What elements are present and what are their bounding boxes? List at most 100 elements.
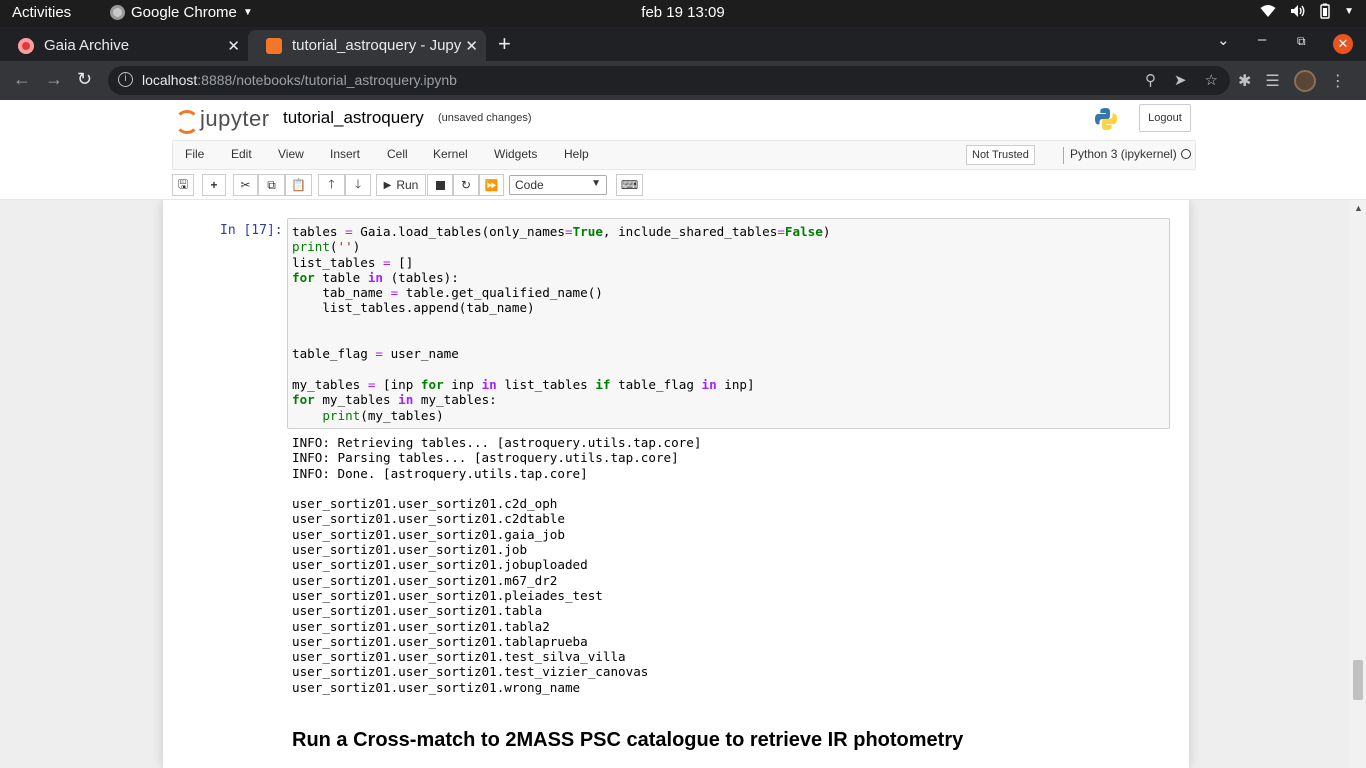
not-trusted-button[interactable]: Not Trusted	[966, 145, 1035, 165]
system-tray[interactable]: ▼	[1260, 3, 1354, 19]
forward-arrow-icon[interactable]: →	[45, 69, 63, 90]
output-line: user_sortiz01.user_sortiz01.tabla2	[292, 618, 550, 634]
tab-gaia-archive[interactable]: Gaia Archive ✕	[0, 30, 248, 61]
zoom-icon[interactable]: ⚲	[1145, 71, 1156, 89]
menu-file[interactable]: File	[185, 147, 204, 161]
cell-type-value: Code	[515, 178, 544, 192]
restart-run-all-button[interactable]: ⏩	[479, 174, 504, 196]
keyboard-icon: ⌨	[620, 178, 639, 192]
arrow-up-icon: 🡑	[328, 176, 335, 191]
move-up-button[interactable]: 🡑	[318, 174, 345, 196]
menu-cell[interactable]: Cell	[387, 147, 408, 161]
tab-title: tutorial_astroquery - Jupy	[292, 37, 462, 54]
caret-down-icon: ▼	[1344, 5, 1354, 17]
output-line: INFO: Retrieving tables... [astroquery.u…	[292, 435, 702, 450]
close-icon[interactable]: ✕	[465, 37, 478, 55]
output-line: user_sortiz01.user_sortiz01.m67_dr2	[292, 572, 558, 588]
page-scrollbar[interactable]: ▲	[1350, 200, 1366, 768]
copy-icon: ⧉	[267, 177, 276, 192]
scrollbar-thumb[interactable]	[1353, 660, 1363, 700]
menu-kernel[interactable]: Kernel	[433, 147, 468, 161]
notebook-toolbar: 🖫 + ✂ ⧉ 📋 🡑 🡓 ▶ Run ↻ ⏩ Code ▼ ⌨	[0, 170, 1366, 200]
output-line: user_sortiz01.user_sortiz01.job	[292, 542, 528, 558]
site-info-icon[interactable]: i	[118, 72, 133, 87]
menu-widgets[interactable]: Widgets	[494, 147, 537, 161]
tab-search-chevron-icon[interactable]: ⌄	[1217, 31, 1230, 49]
output-line: user_sortiz01.user_sortiz01.tablaprueba	[292, 633, 588, 649]
code-editor[interactable]: tables = Gaia.load_tables(only_names=Tru…	[292, 224, 830, 423]
stop-icon	[435, 180, 445, 190]
notebook-name[interactable]: tutorial_astroquery	[283, 108, 424, 128]
url-text[interactable]: localhost:8888/notebooks/tutorial_astroq…	[142, 72, 457, 88]
scissors-icon: ✂	[240, 178, 251, 192]
markdown-heading: Run a Cross-match to 2MASS PSC catalogue…	[292, 729, 964, 751]
output-line: user_sortiz01.user_sortiz01.pleiades_tes…	[292, 587, 603, 603]
address-bar[interactable]: i localhost:8888/notebooks/tutorial_astr…	[108, 66, 1230, 95]
insert-cell-button[interactable]: +	[202, 174, 226, 196]
browser-toolbar: ← → ↻ i localhost:8888/notebooks/tutoria…	[0, 61, 1366, 100]
close-icon[interactable]: ✕	[227, 37, 240, 55]
tab-title: Gaia Archive	[44, 37, 130, 54]
fast-forward-icon: ⏩	[484, 179, 499, 192]
jupyter-favicon-icon	[266, 37, 282, 54]
interrupt-button[interactable]	[427, 174, 453, 196]
output-line: user_sortiz01.user_sortiz01.jobuploaded	[292, 557, 588, 573]
paste-button[interactable]: 📋	[285, 174, 312, 196]
clock[interactable]: feb 19 13:09	[0, 4, 1366, 21]
reading-list-icon[interactable]: ☰	[1265, 71, 1279, 91]
logout-button[interactable]: Logout	[1139, 104, 1191, 132]
arrow-down-icon: 🡓	[354, 176, 362, 191]
copy-button[interactable]: ⧉	[258, 174, 285, 196]
tab-tutorial-astroquery[interactable]: tutorial_astroquery - Jupy ✕	[248, 30, 486, 61]
window-close-icon[interactable]: ✕	[1333, 34, 1353, 54]
output-line: user_sortiz01.user_sortiz01.wrong_name	[292, 679, 581, 695]
output-line: INFO: Parsing tables... [astroquery.util…	[292, 450, 679, 466]
menu-help[interactable]: Help	[564, 147, 589, 161]
output-line: user_sortiz01.user_sortiz01.c2dtable	[292, 511, 565, 527]
jupyter-wordmark: jupyter	[200, 106, 270, 131]
notebook-area: In [17]: tables = Gaia.load_tables(only_…	[0, 200, 1366, 768]
cut-button[interactable]: ✂	[233, 174, 258, 196]
output-line: user_sortiz01.user_sortiz01.c2d_oph	[292, 496, 558, 512]
run-button[interactable]: ▶ Run	[376, 174, 426, 196]
output-line: user_sortiz01.user_sortiz01.tabla	[292, 603, 543, 619]
restart-button[interactable]: ↻	[453, 174, 479, 196]
cell-type-select[interactable]: Code ▼	[509, 175, 607, 195]
send-icon[interactable]: ➤	[1174, 71, 1187, 89]
gaia-favicon-icon	[18, 37, 34, 54]
jupyter-logo[interactable]: jupyter	[174, 106, 270, 134]
command-palette-button[interactable]: ⌨	[616, 174, 643, 196]
reload-icon[interactable]: ↻	[77, 69, 92, 90]
battery-icon	[1320, 3, 1330, 19]
bookmark-star-icon[interactable]: ☆	[1205, 71, 1218, 89]
paste-icon: 📋	[291, 178, 306, 192]
output-line: user_sortiz01.user_sortiz01.test_vizier_…	[292, 664, 649, 680]
minimize-icon[interactable]: –	[1258, 31, 1266, 48]
new-tab-plus-icon[interactable]: +	[498, 31, 511, 57]
cell-output: INFO: Retrieving tables... [astroquery.u…	[292, 435, 701, 695]
scroll-up-arrow-icon[interactable]: ▲	[1354, 203, 1363, 213]
move-down-button[interactable]: 🡓	[345, 174, 371, 196]
output-line: INFO: Done. [astroquery.utils.tap.core]	[292, 465, 588, 481]
extensions-puzzle-icon[interactable]: ✱	[1238, 71, 1251, 91]
profile-avatar[interactable]	[1293, 70, 1316, 92]
browser-tab-strip: Gaia Archive ✕ tutorial_astroquery - Jup…	[0, 27, 1366, 61]
back-arrow-icon[interactable]: ←	[13, 69, 31, 90]
save-status: (unsaved changes)	[438, 112, 532, 124]
caret-down-icon: ▼	[591, 178, 601, 189]
menu-view[interactable]: View	[278, 147, 304, 161]
jupyter-orb-icon	[174, 106, 199, 134]
jupyter-menubar: File Edit View Insert Cell Kernel Widget…	[0, 140, 1366, 170]
code-cell-input[interactable]: tables = Gaia.load_tables(only_names=Tru…	[287, 218, 1170, 429]
restore-icon[interactable]: ⧉	[1297, 34, 1306, 49]
save-button[interactable]: 🖫	[172, 174, 194, 196]
menu-edit[interactable]: Edit	[231, 147, 252, 161]
system-top-bar: Activities Google Chrome ▼ feb 19 13:09 …	[0, 0, 1366, 27]
play-icon: ▶	[383, 179, 392, 191]
restart-icon: ↻	[460, 178, 472, 192]
kebab-menu-icon[interactable]: ⋮	[1330, 71, 1346, 91]
run-label: Run	[396, 178, 419, 192]
menu-insert[interactable]: Insert	[330, 147, 360, 161]
output-line: user_sortiz01.user_sortiz01.test_silva_v…	[292, 649, 626, 665]
